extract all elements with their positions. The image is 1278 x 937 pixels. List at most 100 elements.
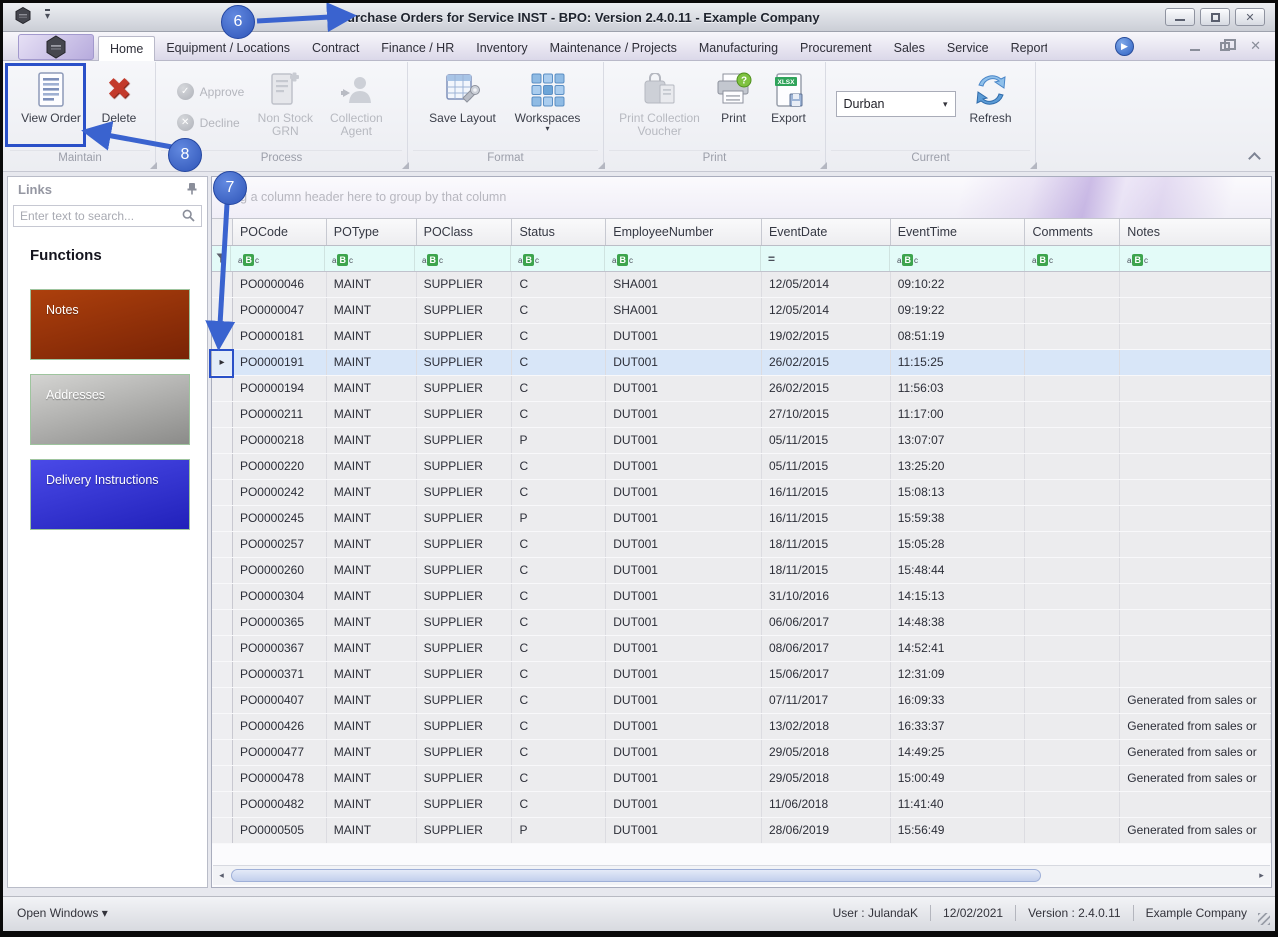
column-header-potype[interactable]: POType	[327, 219, 417, 245]
table-row-PO0000218[interactable]: PO0000218MAINTSUPPLIERPDUT00105/11/20151…	[212, 428, 1271, 454]
application-menu-button[interactable]	[18, 34, 94, 60]
non-stock-grn-button[interactable]: Non Stock GRN	[250, 65, 320, 149]
function-tile-delivery-instructions[interactable]: Delivery Instructions	[30, 459, 190, 530]
child-minimize-button[interactable]	[1190, 41, 1200, 51]
column-header-comments[interactable]: Comments	[1025, 219, 1120, 245]
table-row-PO0000407[interactable]: PO0000407MAINTSUPPLIERCDUT00107/11/20171…	[212, 688, 1271, 714]
cell-pocode: PO0000365	[233, 610, 327, 635]
function-tile-notes[interactable]: Notes	[30, 289, 190, 360]
cell-employee: DUT001	[606, 584, 762, 609]
scroll-left-icon[interactable]: ◂	[213, 870, 230, 881]
column-header-date[interactable]: EventDate	[762, 219, 891, 245]
tab-maintenance-projects[interactable]: Maintenance / Projects	[539, 36, 688, 61]
export-button[interactable]: XLSX Export	[760, 65, 818, 149]
table-row-PO0000242[interactable]: PO0000242MAINTSUPPLIERCDUT00116/11/20151…	[212, 480, 1271, 506]
horizontal-scrollbar[interactable]: ◂ ▸	[213, 865, 1270, 885]
cell-poclass: SUPPLIER	[417, 298, 513, 323]
delete-button[interactable]: ✖ Delete	[90, 65, 148, 149]
child-close-button[interactable]: ✕	[1250, 38, 1261, 54]
table-row-PO0000194[interactable]: PO0000194MAINTSUPPLIERCDUT00126/02/20151…	[212, 376, 1271, 402]
scrollbar-thumb[interactable]	[231, 869, 1041, 882]
group-by-bar[interactable]: Drag a column header here to group by th…	[212, 177, 1271, 219]
tab-sales[interactable]: Sales	[883, 36, 936, 61]
collapse-ribbon-icon[interactable]	[1248, 152, 1261, 165]
cell-date: 12/05/2014	[762, 272, 891, 297]
table-row-PO0000257[interactable]: PO0000257MAINTSUPPLIERCDUT00118/11/20151…	[212, 532, 1271, 558]
filter-cell-pocode[interactable]: aBc	[231, 246, 325, 271]
tab-manufacturing[interactable]: Manufacturing	[688, 36, 789, 61]
resize-grip[interactable]	[1258, 913, 1270, 925]
dialog-launcher-icon[interactable]	[1030, 162, 1037, 169]
qat-dropdown-icon[interactable]: ▾	[45, 9, 50, 22]
workspaces-button[interactable]: Workspaces ▾	[505, 65, 591, 149]
print-button[interactable]: ? Print	[708, 65, 760, 149]
refresh-button[interactable]: Refresh	[956, 65, 1026, 149]
maximize-button[interactable]	[1200, 8, 1230, 26]
cell-time: 15:59:38	[891, 506, 1026, 531]
table-row-PO0000047[interactable]: PO0000047MAINTSUPPLIERCSHA00112/05/20140…	[212, 298, 1271, 324]
tab-finance-hr[interactable]: Finance / HR	[370, 36, 465, 61]
column-header-employee[interactable]: EmployeeNumber	[606, 219, 762, 245]
table-row-PO0000304[interactable]: PO0000304MAINTSUPPLIERCDUT00131/10/20161…	[212, 584, 1271, 610]
filter-cell-notes[interactable]: aBc	[1120, 246, 1271, 271]
table-row-PO0000365[interactable]: PO0000365MAINTSUPPLIERCDUT00106/06/20171…	[212, 610, 1271, 636]
table-row-PO0000478[interactable]: PO0000478MAINTSUPPLIERCDUT00129/05/20181…	[212, 766, 1271, 792]
row-indicator-highlight	[209, 349, 234, 378]
scroll-right-icon[interactable]: ▸	[1253, 870, 1270, 881]
collection-agent-button[interactable]: Collection Agent	[320, 65, 392, 149]
table-row-PO0000260[interactable]: PO0000260MAINTSUPPLIERCDUT00118/11/20151…	[212, 558, 1271, 584]
filter-cell-time[interactable]: aBc	[890, 246, 1025, 271]
pin-icon[interactable]	[186, 182, 198, 195]
tab-home[interactable]: Home	[98, 36, 155, 61]
child-restore-button[interactable]	[1220, 42, 1230, 51]
open-windows-button[interactable]: Open Windows ▾	[17, 906, 108, 920]
minimize-button[interactable]	[1165, 8, 1195, 26]
filter-cell-comments[interactable]: aBc	[1025, 246, 1120, 271]
table-row-PO0000220[interactable]: PO0000220MAINTSUPPLIERCDUT00105/11/20151…	[212, 454, 1271, 480]
column-header-notes[interactable]: Notes	[1120, 219, 1271, 245]
table-row-PO0000181[interactable]: PO0000181MAINTSUPPLIERCDUT00119/02/20150…	[212, 324, 1271, 350]
svg-text:XLSX: XLSX	[777, 79, 795, 86]
tab-contract[interactable]: Contract	[301, 36, 370, 61]
print-collection-voucher-button[interactable]: Print Collection Voucher	[612, 65, 708, 149]
search-icon[interactable]	[182, 209, 195, 222]
column-header-poclass[interactable]: POClass	[417, 219, 513, 245]
column-header-pocode[interactable]: POCode	[233, 219, 327, 245]
save-layout-button[interactable]: Save Layout	[421, 65, 505, 149]
approve-button[interactable]: ✓ Approve	[177, 83, 245, 100]
tab-reports[interactable]: Reports	[1000, 36, 1047, 61]
tab-scroll-right-icon[interactable]: ▶	[1115, 37, 1134, 56]
table-row-PO0000426[interactable]: PO0000426MAINTSUPPLIERCDUT00113/02/20181…	[212, 714, 1271, 740]
tab-service[interactable]: Service	[936, 36, 1000, 61]
filter-cell-indicator[interactable]	[212, 246, 231, 271]
table-row-PO0000505[interactable]: PO0000505MAINTSUPPLIERPDUT00128/06/20191…	[212, 818, 1271, 844]
tab-equipment-locations[interactable]: Equipment / Locations	[155, 36, 301, 61]
filter-cell-status[interactable]: aBc	[511, 246, 605, 271]
table-row-PO0000191[interactable]: ▸PO0000191MAINTSUPPLIERCDUT00126/02/2015…	[212, 350, 1271, 376]
table-row-PO0000477[interactable]: PO0000477MAINTSUPPLIERCDUT00129/05/20181…	[212, 740, 1271, 766]
cell-pocode: PO0000211	[233, 402, 327, 427]
quick-access-toolbar[interactable]: ▾	[15, 7, 50, 24]
tab-inventory[interactable]: Inventory	[465, 36, 538, 61]
table-row-PO0000371[interactable]: PO0000371MAINTSUPPLIERCDUT00115/06/20171…	[212, 662, 1271, 688]
filter-cell-employee[interactable]: aBc	[605, 246, 761, 271]
filter-cell-potype[interactable]: aBc	[325, 246, 415, 271]
filter-cell-date[interactable]: =	[761, 246, 890, 271]
branch-select[interactable]: Durban ▾	[836, 91, 956, 117]
cell-time: 14:49:25	[891, 740, 1026, 765]
table-row-PO0000211[interactable]: PO0000211MAINTSUPPLIERCDUT00127/10/20151…	[212, 402, 1271, 428]
close-button[interactable]: ✕	[1235, 8, 1265, 26]
table-row-PO0000482[interactable]: PO0000482MAINTSUPPLIERCDUT00111/06/20181…	[212, 792, 1271, 818]
status-separator	[930, 905, 931, 921]
search-input[interactable]	[13, 205, 202, 227]
table-row-PO0000367[interactable]: PO0000367MAINTSUPPLIERCDUT00108/06/20171…	[212, 636, 1271, 662]
column-header-status[interactable]: Status	[512, 219, 606, 245]
table-row-PO0000245[interactable]: PO0000245MAINTSUPPLIERPDUT00116/11/20151…	[212, 506, 1271, 532]
column-header-time[interactable]: EventTime	[891, 219, 1026, 245]
decline-button[interactable]: ✕ Decline	[177, 114, 245, 131]
tab-procurement[interactable]: Procurement	[789, 36, 883, 61]
table-row-PO0000046[interactable]: PO0000046MAINTSUPPLIERCSHA00112/05/20140…	[212, 272, 1271, 298]
function-tile-addresses[interactable]: Addresses	[30, 374, 190, 445]
cell-date: 05/11/2015	[762, 454, 891, 479]
filter-cell-poclass[interactable]: aBc	[415, 246, 511, 271]
